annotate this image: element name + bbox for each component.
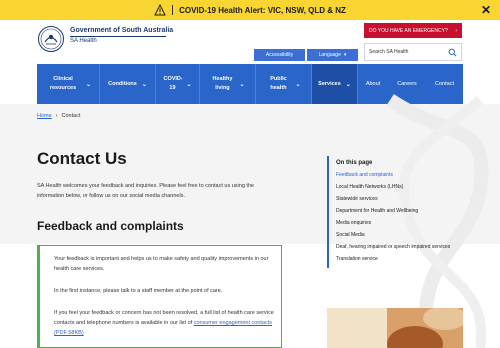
- nav-label: Conditions: [108, 80, 137, 87]
- on-this-page-nav: On this page Feedback and complaints Loc…: [327, 156, 463, 268]
- language-button[interactable]: Language ▾: [307, 49, 358, 61]
- page-title: Contact Us: [37, 149, 127, 168]
- nav-label: Clinical resources: [49, 76, 77, 91]
- alert-text[interactable]: COVID-19 Health Alert: VIC, NSW, QLD & N…: [179, 6, 346, 15]
- chevron-down-icon: ▾: [343, 52, 347, 58]
- chevron-down-icon: ⌄: [295, 81, 301, 88]
- chevron-down-icon: ⌄: [141, 81, 147, 88]
- nav-label: COVID-19: [163, 76, 183, 91]
- accessibility-label: Accessibility: [265, 52, 294, 58]
- toc-item-translation[interactable]: Translation service: [336, 256, 463, 262]
- toc-item-lhns[interactable]: Local Health Networks (LHNs): [336, 184, 463, 190]
- breadcrumb: Home › Contact: [37, 113, 80, 119]
- chevron-down-icon: ⌄: [186, 81, 192, 88]
- site-header: Government of South Australia SA Health …: [0, 20, 500, 64]
- breadcrumb-home-link[interactable]: Home: [37, 113, 52, 119]
- search-box[interactable]: [364, 43, 462, 61]
- toc-item-statewide[interactable]: Statewide services: [336, 196, 463, 202]
- nav-item-conditions[interactable]: Conditions ⌄: [100, 64, 156, 104]
- nav-item-healthy-living[interactable]: Healthy living ⌄: [200, 64, 256, 104]
- chevron-down-icon: ⌄: [345, 81, 351, 88]
- emergency-label: DO YOU HAVE AN EMERGENCY?: [369, 27, 448, 34]
- promo-photo: [327, 308, 463, 348]
- toc-item-deaf-services[interactable]: Deaf, hearing impaired or speech impaire…: [336, 244, 463, 250]
- nav-item-public-health[interactable]: Public health ⌄: [256, 64, 312, 104]
- nav-label: Healthy living: [212, 76, 233, 91]
- feedback-callout-box: Your feedback is important and helps us …: [37, 245, 282, 348]
- breadcrumb-current: Contact: [61, 113, 81, 119]
- intro-text: SA Health welcomes your feedback and inq…: [37, 183, 255, 199]
- toc-heading: On this page: [336, 160, 373, 166]
- warning-icon: [154, 4, 166, 16]
- search-input[interactable]: [369, 49, 447, 55]
- toc-item-media[interactable]: Media enquiries: [336, 220, 463, 226]
- toc-item-department[interactable]: Department for Health and Wellbeing: [336, 208, 463, 214]
- nav-label: Services: [318, 80, 341, 87]
- chevron-down-icon: ⌄: [239, 81, 245, 88]
- chevron-right-icon: ›: [455, 27, 457, 34]
- language-label: Language: [318, 52, 341, 58]
- logo-government-text: Government of South Australia: [70, 27, 174, 34]
- emergency-button[interactable]: DO YOU HAVE AN EMERGENCY? ›: [364, 23, 462, 38]
- search-icon[interactable]: [448, 48, 457, 57]
- breadcrumb-separator: ›: [55, 113, 58, 119]
- logo-divider: [70, 36, 166, 37]
- nav-item-services[interactable]: Services ⌄: [312, 64, 358, 104]
- chevron-down-icon: ⌄: [85, 81, 92, 88]
- section-title-feedback: Feedback and complaints: [37, 219, 184, 233]
- accessibility-button[interactable]: Accessibility: [254, 49, 305, 61]
- callout-paragraph: In the first instance, please talk to a …: [54, 288, 223, 294]
- close-icon[interactable]: ✕: [481, 3, 491, 17]
- toc-item-feedback[interactable]: Feedback and complaints: [336, 172, 463, 178]
- alert-divider: [172, 5, 174, 15]
- callout-paragraph: Your feedback is important and helps us …: [54, 256, 269, 272]
- nav-label: Public health: [270, 76, 287, 91]
- nav-item-clinical-resources[interactable]: Clinical resources ⌄: [37, 64, 100, 104]
- covid-alert-banner[interactable]: COVID-19 Health Alert: VIC, NSW, QLD & N…: [0, 0, 500, 20]
- callout-paragraph: If you feel your feedback or concern has…: [54, 308, 276, 338]
- toc-item-social[interactable]: Social Media: [336, 232, 463, 238]
- nav-item-covid-19[interactable]: COVID-19 ⌄: [156, 64, 200, 104]
- sa-government-crest-icon[interactable]: [37, 25, 65, 53]
- logo-sa-health-text: SA Health: [70, 38, 97, 44]
